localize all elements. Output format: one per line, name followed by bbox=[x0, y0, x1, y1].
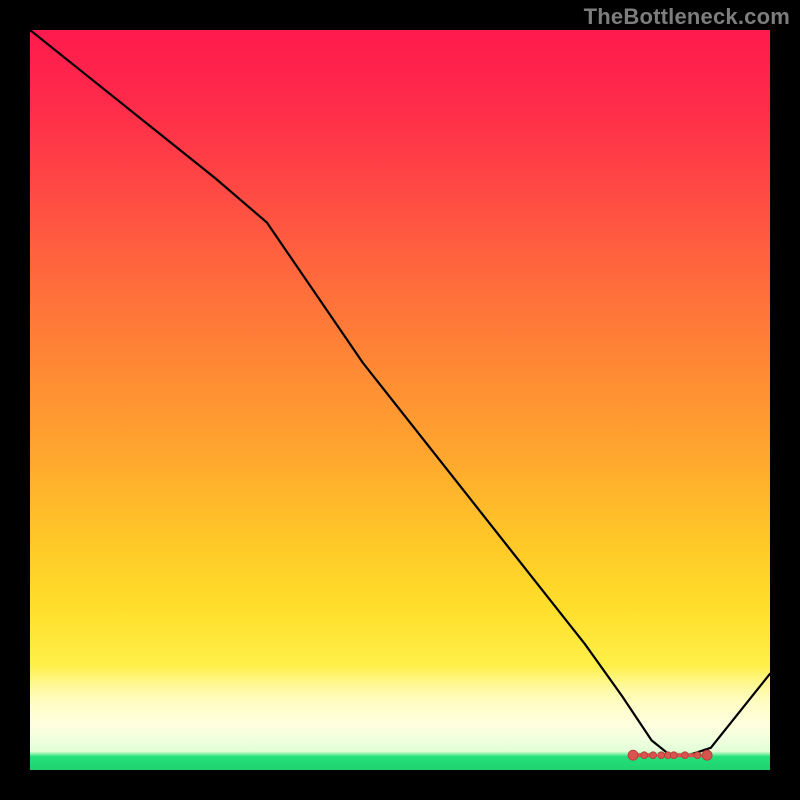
optimal-marker-dot bbox=[641, 752, 648, 759]
optimal-marker-dot bbox=[658, 752, 665, 759]
optimal-marker-dot bbox=[682, 752, 689, 759]
optimal-marker-dot bbox=[628, 750, 638, 760]
optimal-marker-dot bbox=[670, 752, 677, 759]
chart-frame: TheBottleneck.com bbox=[0, 0, 800, 800]
optimal-marker-dot bbox=[650, 752, 657, 759]
optimal-marker-dot bbox=[694, 752, 701, 759]
optimal-marker-dot bbox=[702, 750, 712, 760]
plot-area bbox=[30, 30, 770, 770]
curve-path bbox=[30, 30, 770, 755]
attribution-label: TheBottleneck.com bbox=[584, 4, 790, 30]
chart-svg bbox=[30, 30, 770, 770]
bottleneck-curve bbox=[30, 30, 770, 755]
